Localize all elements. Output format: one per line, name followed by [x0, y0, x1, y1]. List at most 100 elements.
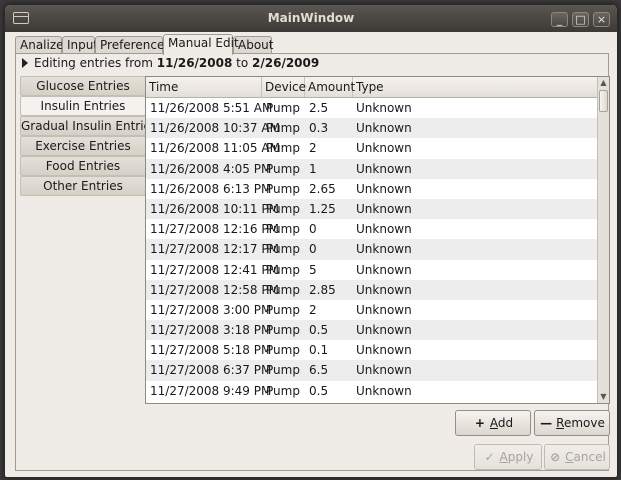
table-row[interactable]: 11/27/2008 12:41 PM Pump 5 Unknown: [146, 260, 598, 280]
cell-type: Unknown: [356, 242, 412, 257]
cell-amount: 0: [309, 242, 317, 257]
cell-time: 11/27/2008 6:37 PM: [150, 363, 272, 378]
cell-time: 11/26/2008 4:05 PM: [150, 161, 272, 176]
sidebar-item-insulin[interactable]: Insulin Entries: [20, 96, 146, 116]
cell-type: Unknown: [356, 343, 412, 358]
cell-amount: 5: [309, 262, 317, 277]
table-row[interactable]: 11/26/2008 10:11 PM Pump 1.25 Unknown: [146, 198, 598, 220]
cell-amount: 0.1: [309, 343, 329, 358]
column-header-amount[interactable]: Amount: [305, 77, 355, 97]
cell-time: 11/26/2008 6:13 PM: [150, 181, 272, 196]
entry-type-sidebar: Glucose Entries Insulin Entries Gradual …: [20, 76, 146, 196]
range-to-date: 2/26/2009: [252, 56, 320, 70]
cell-device: Pump: [266, 262, 300, 277]
tab-input[interactable]: Input: [62, 36, 98, 54]
cell-device: Pump: [266, 363, 300, 378]
range-from-date: 11/26/2008: [156, 56, 233, 70]
cell-time: 11/26/2008 10:37 AM: [150, 121, 280, 136]
range-mid: to: [232, 56, 253, 70]
cell-time: 11/27/2008 5:18 PM: [150, 343, 272, 358]
cell-type: Unknown: [356, 302, 412, 317]
cell-type: Unknown: [356, 161, 412, 176]
cell-amount: 0: [309, 222, 317, 237]
table-scrollbar[interactable]: ▲ ▼: [597, 77, 609, 403]
minimize-button[interactable]: _: [551, 12, 568, 27]
table-row[interactable]: 11/26/2008 10:37 AM Pump 0.3 Unknown: [146, 118, 598, 139]
tab-preferences[interactable]: Preferences: [95, 36, 171, 54]
cell-device: Pump: [266, 201, 300, 216]
table-row[interactable]: 11/27/2008 12:16 PM Pump 0 Unknown: [146, 219, 598, 239]
cell-device: Pump: [266, 101, 300, 115]
remove-button[interactable]: — Remove: [534, 410, 610, 436]
add-icon: +: [474, 416, 485, 430]
cell-device: Pump: [266, 302, 300, 317]
table-row[interactable]: 11/27/2008 6:37 PM Pump 6.5 Unknown: [146, 360, 598, 381]
table-row[interactable]: 11/27/2008 12:17 PM Pump 0 Unknown: [146, 239, 598, 260]
main-window: MainWindow _ □ × Analize Input Preferenc…: [4, 4, 618, 478]
tab-analize[interactable]: Analize: [15, 36, 64, 54]
table-row[interactable]: 11/26/2008 5:51 AM Pump 2.5 Unknown: [146, 98, 598, 118]
cell-amount: 2.85: [309, 282, 336, 297]
cell-amount: 1.25: [309, 201, 336, 216]
range-prefix: Editing entries from: [34, 56, 157, 70]
scroll-down-arrow-icon[interactable]: ▼: [598, 391, 609, 403]
cell-amount: 0.5: [309, 323, 329, 338]
apply-button[interactable]: ✓ Apply: [474, 444, 542, 470]
cell-device: Pump: [266, 343, 300, 358]
table-row[interactable]: 11/27/2008 3:18 PM Pump 0.5 Unknown: [146, 320, 598, 341]
maximize-button[interactable]: □: [572, 12, 589, 27]
column-header-device[interactable]: Device: [262, 77, 306, 97]
cell-device: Pump: [266, 282, 300, 297]
sidebar-item-other[interactable]: Other Entries: [20, 176, 146, 196]
title-bar[interactable]: MainWindow _ □ ×: [5, 5, 617, 32]
cell-time: 11/27/2008 12:41 PM: [150, 262, 279, 277]
cancel-button[interactable]: ⊘ Cancel: [544, 444, 610, 470]
cancel-icon: ⊘: [550, 450, 561, 464]
cell-type: Unknown: [356, 141, 412, 156]
cell-type: Unknown: [356, 201, 412, 216]
cell-device: Pump: [266, 323, 300, 338]
scroll-up-arrow-icon[interactable]: ▲: [598, 77, 609, 89]
cell-type: Unknown: [356, 383, 412, 398]
column-header-time[interactable]: Time: [146, 77, 262, 97]
table-row[interactable]: 11/26/2008 6:13 PM Pump 2.65 Unknown: [146, 179, 598, 199]
add-button[interactable]: + Add: [455, 410, 531, 436]
table-row[interactable]: 11/26/2008 4:05 PM Pump 1 Unknown: [146, 158, 598, 179]
close-button[interactable]: ×: [593, 12, 610, 27]
cell-time: 11/26/2008 10:11 PM: [150, 201, 279, 216]
checkmark-icon: ✓: [484, 450, 495, 464]
cell-time: 11/26/2008 5:51 AM: [150, 101, 273, 115]
table-row[interactable]: 11/27/2008 5:18 PM Pump 0.1 Unknown: [146, 340, 598, 360]
cell-amount: 0.5: [309, 383, 329, 398]
scrollbar-thumb[interactable]: [599, 90, 608, 112]
cell-amount: 2: [309, 141, 317, 156]
cell-type: Unknown: [356, 101, 412, 115]
table-row[interactable]: 11/27/2008 9:49 PM Pump 0.5 Unknown: [146, 381, 598, 401]
cell-device: Pump: [266, 383, 300, 398]
date-range-expander[interactable]: Editing entries from 11/26/2008 to 2/26/…: [22, 56, 319, 70]
tab-manual-edit[interactable]: Manual Edit: [163, 34, 239, 55]
cell-type: Unknown: [356, 323, 412, 338]
cell-time: 11/27/2008 12:16 PM: [150, 222, 279, 237]
table-row[interactable]: 11/26/2008 11:05 AM Pump 2 Unknown: [146, 138, 598, 158]
sidebar-item-gradual-insulin[interactable]: Gradual Insulin Entries: [20, 116, 146, 136]
cell-amount: 2.65: [309, 181, 336, 196]
expander-arrow-icon[interactable]: [22, 58, 28, 68]
cell-time: 11/27/2008 3:18 PM: [150, 323, 272, 338]
cell-device: Pump: [266, 181, 300, 196]
cell-type: Unknown: [356, 121, 412, 136]
table-row[interactable]: 11/27/2008 12:58 PM Pump 2.85 Unknown: [146, 279, 598, 300]
cell-type: Unknown: [356, 222, 412, 237]
cell-device: Pump: [266, 242, 300, 257]
window-title: MainWindow: [267, 11, 355, 25]
cell-type: Unknown: [356, 282, 412, 297]
sidebar-item-glucose[interactable]: Glucose Entries: [20, 76, 146, 96]
entries-table[interactable]: Time Device Amount Type 11/26/2008 5:51 …: [145, 76, 610, 404]
sidebar-item-food[interactable]: Food Entries: [20, 156, 146, 176]
table-row[interactable]: 11/27/2008 3:00 PM Pump 2 Unknown: [146, 300, 598, 320]
column-header-type[interactable]: Type: [353, 77, 598, 97]
cell-time: 11/27/2008 12:58 PM: [150, 282, 279, 297]
sidebar-item-exercise[interactable]: Exercise Entries: [20, 136, 146, 156]
cell-amount: 2: [309, 302, 317, 317]
cell-type: Unknown: [356, 363, 412, 378]
